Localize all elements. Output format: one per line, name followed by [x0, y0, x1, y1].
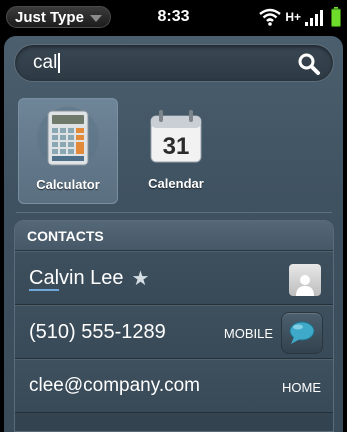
network-type-label: H+ [285, 10, 301, 24]
text-cursor [58, 53, 61, 73]
contact-phone-row[interactable]: (510) 555-1289 MOBILE [15, 305, 333, 359]
search-icon[interactable] [297, 52, 321, 76]
app-menu-label: Just Type [15, 8, 84, 26]
app-label-calendar: Calendar [148, 176, 204, 191]
wifi-icon [259, 8, 282, 26]
app-menu-button[interactable]: Just Type [6, 6, 111, 28]
person-icon [296, 275, 314, 296]
contact-phone-number: (510) 555-1289 [29, 320, 166, 343]
app-label-calculator: Calculator [36, 177, 100, 192]
app-tile-calendar[interactable]: 31 Calendar [126, 98, 226, 204]
contacts-group: CONTACTS Calvin Lee ★ (510) 555-1289 MOB… [14, 220, 334, 432]
contacts-header: CONTACTS [15, 221, 333, 251]
calculator-icon [37, 107, 99, 169]
chevron-down-icon [89, 14, 102, 22]
divider [16, 212, 332, 213]
chat-bubble-icon [289, 321, 315, 344]
phone-type-label: MOBILE [223, 326, 273, 341]
signal-strength-icon [305, 10, 323, 26]
contact-name-match: Cal [29, 266, 60, 291]
contact-name-row[interactable]: Calvin Lee ★ [15, 251, 333, 305]
calendar-day-number: 31 [163, 133, 190, 160]
just-type-panel: cal Calculator 31 Calendar CONTACTS Calv… [4, 36, 343, 432]
search-value: cal [33, 52, 58, 73]
search-input[interactable]: cal [14, 44, 334, 82]
avatar [289, 264, 321, 296]
app-tile-calculator[interactable]: Calculator [18, 98, 118, 204]
contact-email: clee@company.com [29, 375, 200, 396]
email-type-label: HOME [282, 380, 321, 395]
send-message-button[interactable] [281, 312, 323, 354]
status-icons[interactable]: H+ [259, 7, 341, 27]
app-results: Calculator 31 Calendar [14, 92, 334, 210]
battery-icon [331, 7, 341, 27]
contact-name-rest: vin Lee [59, 266, 124, 289]
contact-name: Calvin Lee [29, 266, 124, 291]
contact-email-row[interactable]: clee@company.com HOME [15, 359, 333, 413]
status-bar: Just Type 8:33 H+ [0, 0, 347, 34]
star-icon: ★ [131, 267, 150, 290]
calendar-icon: 31 [150, 110, 202, 163]
